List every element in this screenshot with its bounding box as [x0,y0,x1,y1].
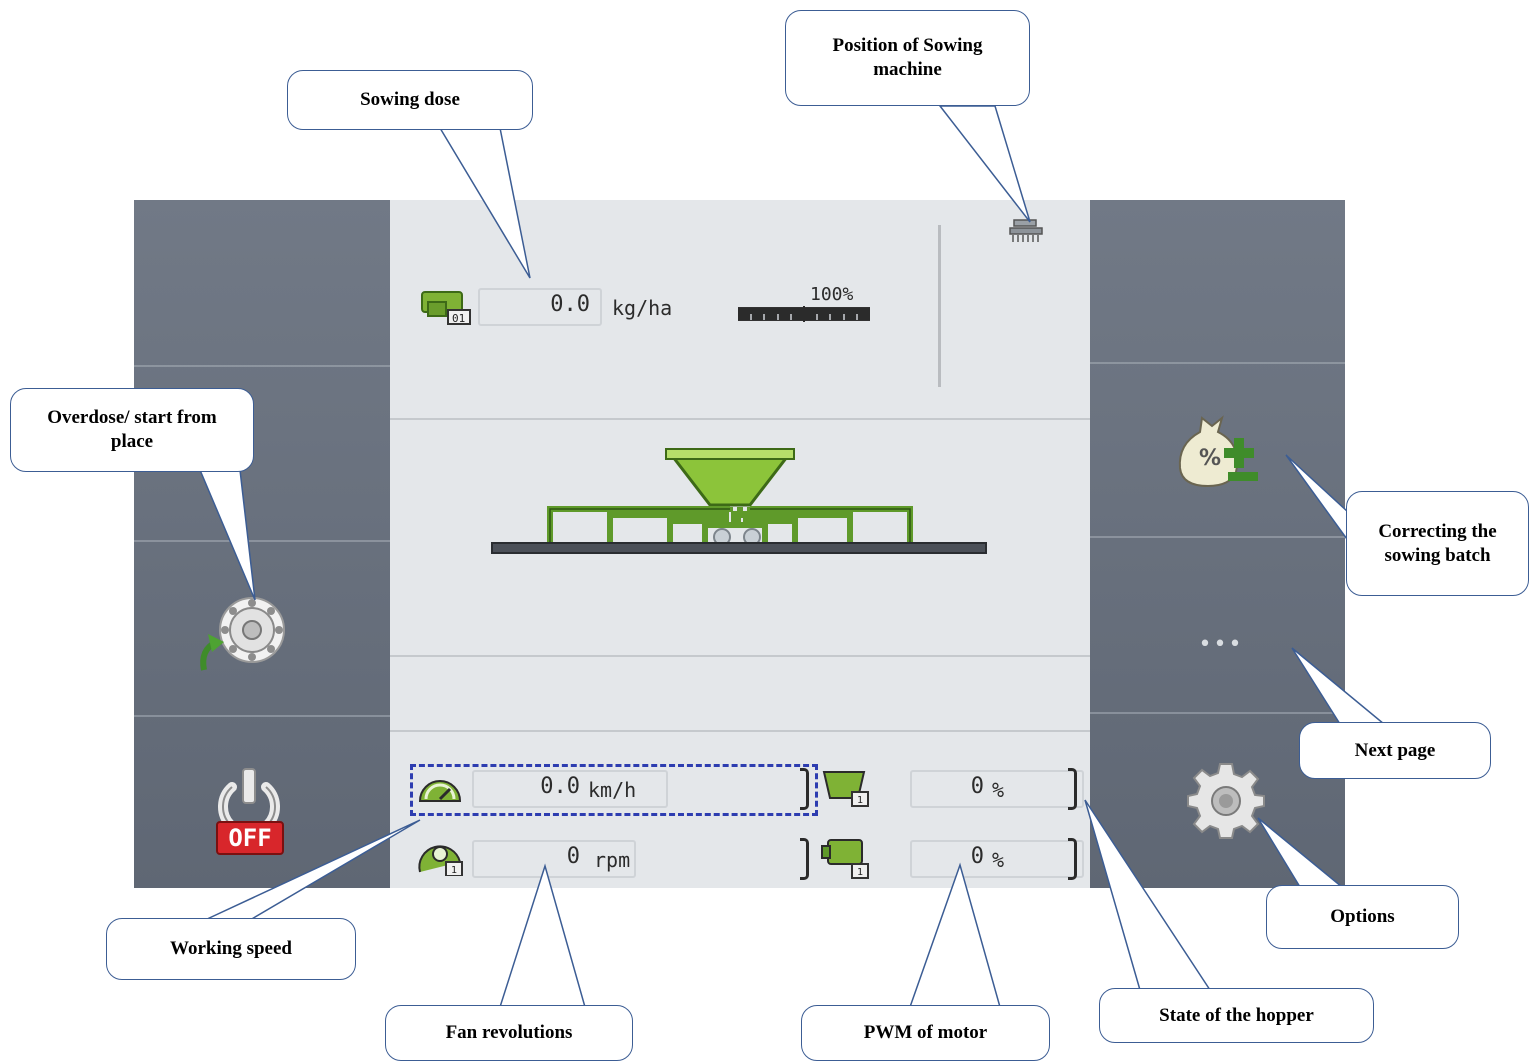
pwm-pointer [908,862,1001,1008]
overdose-pointer [198,469,256,601]
callout-options: Options [1266,885,1459,949]
callout-sowing-dose: Sowing dose [287,70,533,130]
callout-machine-position: Position of Sowing machine [785,10,1030,106]
callout-working-speed: Working speed [106,918,356,980]
sowing-dose-pointer [438,127,531,279]
options-pointer [1257,817,1345,888]
correcting-batch-pointer [1285,454,1354,549]
next-page-pointer [1291,647,1387,725]
machine-position-pointer [938,105,1031,223]
callout-overdose-start: Overdose/ start from place [10,388,254,472]
fan-pointer [498,863,586,1008]
callout-fan-revolutions: Fan revolutions [385,1005,633,1061]
callout-correcting-batch: Correcting the sowing batch [1346,491,1529,596]
callout-hopper-state: State of the hopper [1099,988,1374,1043]
hopper-pointer [1084,799,1212,991]
callout-next-page: Next page [1299,722,1491,779]
callout-pwm-motor: PWM of motor [801,1005,1050,1061]
working-speed-pointer [204,819,421,921]
